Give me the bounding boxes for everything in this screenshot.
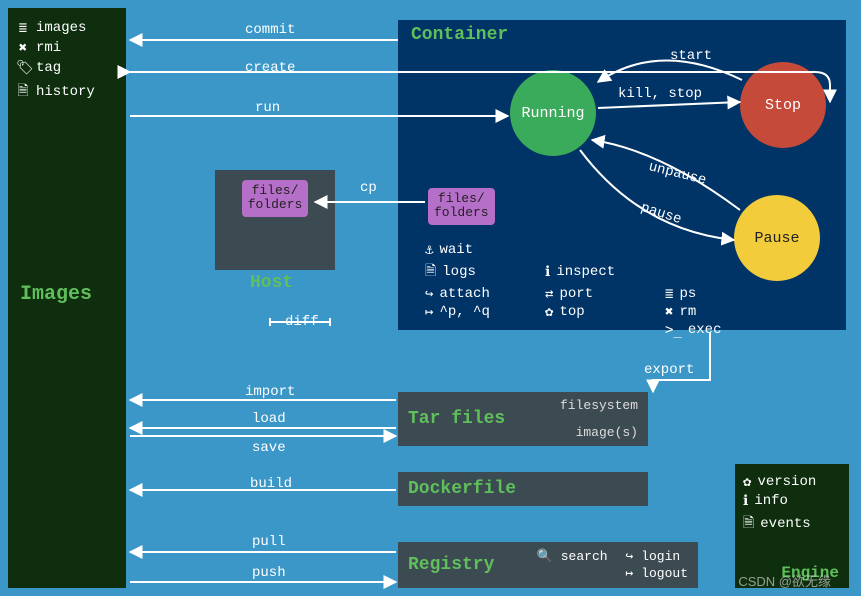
registry-box: Registry 🔍 search ↪ login ↦ logout (398, 542, 698, 588)
sidebar-item-history: 🗎 history (16, 80, 118, 104)
tar-filesystem: filesystem (560, 398, 638, 413)
host-title: Host (250, 273, 293, 293)
label-diff: diff (285, 314, 319, 330)
cmd-rm: ✖rm (665, 304, 785, 320)
registry-title: Registry (408, 555, 494, 575)
label-save: save (252, 440, 286, 456)
state-stop: Stop (740, 62, 826, 148)
label-run: run (255, 100, 280, 116)
sidebar-item-tag: 🏷 tag (16, 60, 118, 76)
images-title: Images (20, 283, 92, 306)
tar-images: image(s) (576, 425, 638, 440)
label-commit: commit (245, 22, 295, 38)
state-running: Running (510, 70, 596, 156)
container-files-folders: files/ folders (428, 188, 495, 225)
engine-info: ℹinfo (743, 493, 841, 509)
arrow-icon: ↪ (425, 286, 433, 302)
info-icon: ℹ (545, 264, 550, 280)
sidebar-label: images (36, 20, 86, 36)
engine-version: ✿version (743, 474, 841, 490)
tag-icon: 🏷 (16, 60, 30, 76)
info-icon: ℹ (743, 493, 748, 509)
logout-icon: ↦ (626, 566, 634, 581)
label-kill-stop: kill, stop (618, 86, 702, 102)
login-icon: ↪ (626, 549, 634, 564)
x-icon: ✖ (665, 304, 673, 320)
container-title: Container (411, 25, 508, 45)
cmd-ps: ≣ps (665, 286, 785, 302)
label-pull: pull (252, 534, 286, 550)
images-sidebar: ≣ images ✖ rmi 🏷 tag 🗎 history Images (8, 8, 126, 588)
list-icon: ≣ (16, 20, 30, 36)
engine-events: 🗎events (743, 512, 841, 536)
tar-files-box: Tar files filesystem image(s) (398, 392, 648, 446)
label-load: load (252, 411, 286, 427)
label-push: push (252, 565, 286, 581)
label-cp: cp (360, 180, 377, 196)
watermark: CSDN @欲无缘 (738, 571, 831, 590)
label-import: import (245, 384, 295, 400)
cmd-logout: ↦ logout (626, 566, 688, 581)
sidebar-item-rmi: ✖ rmi (16, 40, 118, 56)
sidebar-label: history (36, 84, 95, 100)
dockerfile-box: Dockerfile (398, 472, 648, 506)
label-start: start (670, 48, 712, 64)
search-icon: 🔍 (537, 549, 553, 564)
dockerfile-title: Dockerfile (408, 479, 516, 499)
host-box: files/ folders (215, 170, 335, 270)
cmd-login: ↪ login (626, 549, 688, 564)
cmd-exec: >_exec (665, 322, 785, 338)
registry-commands: 🔍 search ↪ login ↦ logout (537, 549, 688, 581)
gear-icon: ✿ (743, 474, 751, 490)
list-icon: ≣ (665, 286, 673, 302)
cmd-inspect: ℹinspect (545, 260, 665, 284)
tar-title: Tar files (408, 409, 505, 429)
host-files-folders: files/ folders (242, 180, 309, 217)
sidebar-label: rmi (36, 40, 61, 56)
label-build: build (250, 476, 292, 492)
label-export: export (644, 362, 694, 378)
gear-icon: ✿ (545, 304, 553, 320)
label-create: create (245, 60, 295, 76)
sidebar-item-images: ≣ images (16, 20, 118, 36)
doc-icon: 🗎 (16, 80, 30, 104)
cmd-logs: 🗎logs (425, 260, 545, 284)
terminal-icon: >_ (665, 322, 682, 338)
cmd-detach: ↦^p, ^q (425, 304, 545, 320)
cmd-wait: ⚓wait (425, 242, 545, 258)
container-commands: ⚓wait 🗎logs ℹinspect ↪attach ⇄port ≣ps ↦… (425, 242, 785, 338)
anchor-icon: ⚓ (425, 242, 433, 258)
cmd-search: 🔍 search (537, 549, 608, 564)
x-icon: ✖ (16, 40, 30, 56)
arrow-out-icon: ↦ (425, 304, 433, 320)
engine-box: ✿version ℹinfo 🗎events Engine (735, 464, 849, 588)
swap-icon: ⇄ (545, 286, 553, 302)
cmd-port: ⇄port (545, 286, 665, 302)
cmd-top: ✿top (545, 304, 665, 320)
cmd-attach: ↪attach (425, 286, 545, 302)
doc-icon: 🗎 (425, 260, 436, 284)
doc-icon: 🗎 (743, 512, 754, 536)
sidebar-label: tag (36, 60, 61, 76)
